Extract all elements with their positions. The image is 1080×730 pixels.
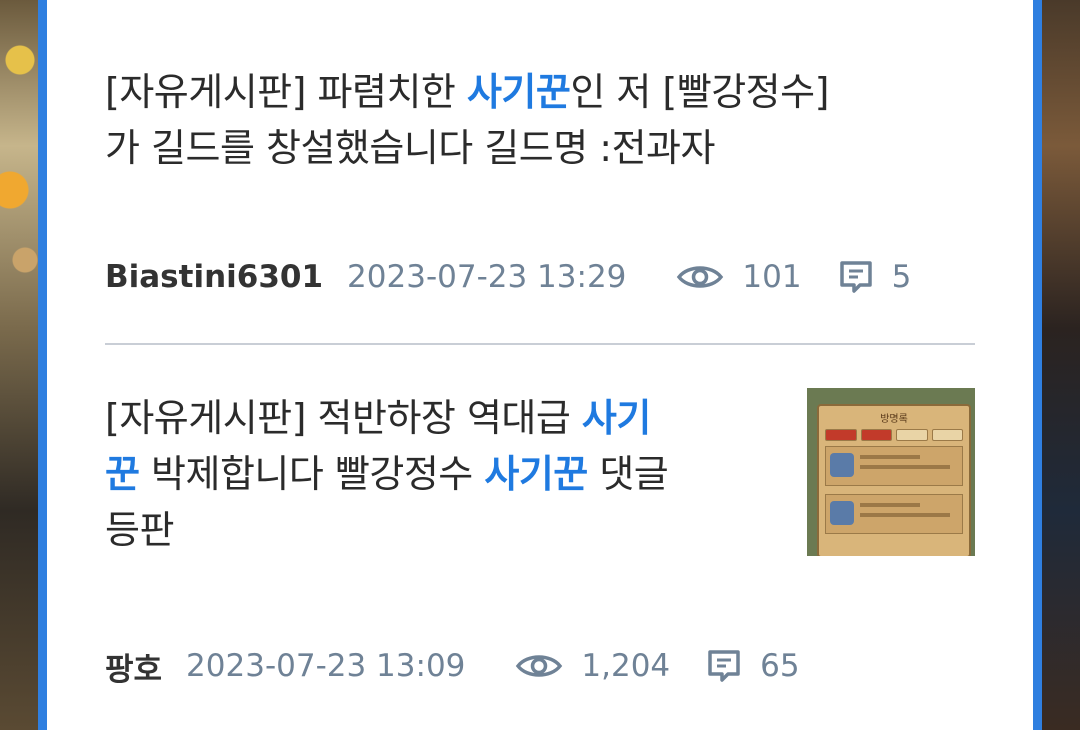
avatar bbox=[830, 453, 854, 477]
thumbnail-line bbox=[860, 503, 920, 507]
author-name[interactable]: Biastini6301 bbox=[105, 259, 323, 295]
background-right bbox=[1040, 0, 1080, 730]
post-list-panel: [자유게시판] 파렴치한 사기꾼인 저 [빨강정수] 가 길드를 창설했습니다 … bbox=[47, 0, 1033, 730]
thumbnail-line bbox=[860, 513, 950, 517]
frame-border-right bbox=[1033, 0, 1042, 730]
keyword-highlight: 사기꾼 bbox=[484, 452, 588, 496]
divider bbox=[105, 343, 975, 345]
thumbnail-entry bbox=[825, 446, 963, 486]
thumbnail-line bbox=[860, 455, 920, 459]
post-meta-2: 팡호 2023-07-23 13:09 1,204 65 bbox=[105, 644, 836, 689]
title-text: [자유게시판] 파렴치한 bbox=[105, 70, 467, 114]
thumbnail-tab bbox=[860, 429, 892, 441]
author-name[interactable]: 팡호 bbox=[105, 644, 162, 689]
post-meta-1: Biastini6301 2023-07-23 13:29 101 5 bbox=[105, 257, 947, 297]
comment-icon bbox=[839, 261, 872, 293]
thumbnail-tab bbox=[931, 429, 963, 441]
post-date: 2023-07-23 13:29 bbox=[347, 259, 627, 295]
title-text: 인 저 [빨강정수] bbox=[570, 70, 829, 114]
guestbook-screenshot: 방명록 bbox=[817, 404, 971, 556]
title-text: 등판 bbox=[105, 508, 174, 552]
post-thumbnail[interactable]: 방명록 bbox=[807, 388, 975, 556]
view-count: 101 bbox=[676, 259, 802, 295]
view-count: 1,204 bbox=[515, 648, 670, 684]
comment-count-value: 65 bbox=[760, 648, 800, 684]
post-item-2[interactable]: [자유게시판] 적반하장 역대급 사기 꾼 박제합니다 빨강정수 사기꾼 댓글 … bbox=[105, 390, 765, 558]
comment-icon bbox=[708, 650, 740, 682]
comment-count-value: 5 bbox=[891, 259, 912, 295]
frame-border-left bbox=[38, 0, 47, 730]
view-count-value: 101 bbox=[742, 259, 802, 295]
title-text: 댓글 bbox=[587, 452, 669, 496]
background-left bbox=[0, 0, 40, 730]
post-date: 2023-07-23 13:09 bbox=[186, 648, 466, 684]
view-count-value: 1,204 bbox=[581, 648, 671, 684]
thumbnail-line bbox=[860, 465, 950, 469]
post-item-1[interactable]: [자유게시판] 파렴치한 사기꾼인 저 [빨강정수] 가 길드를 창설했습니다 … bbox=[105, 64, 829, 176]
thumbnail-tabs bbox=[825, 429, 963, 441]
eye-icon bbox=[516, 655, 563, 677]
thumbnail-tab bbox=[825, 429, 857, 441]
avatar bbox=[830, 501, 854, 525]
post-title[interactable]: [자유게시판] 적반하장 역대급 사기 꾼 박제합니다 빨강정수 사기꾼 댓글 … bbox=[105, 390, 765, 558]
eye-icon bbox=[677, 266, 724, 288]
thumbnail-title: 방명록 bbox=[880, 414, 908, 425]
title-text: 박제합니다 빨강정수 bbox=[139, 452, 485, 496]
keyword-highlight: 사기 bbox=[581, 396, 651, 440]
post-title[interactable]: [자유게시판] 파렴치한 사기꾼인 저 [빨강정수] 가 길드를 창설했습니다 … bbox=[105, 64, 829, 176]
thumbnail-tab bbox=[896, 429, 928, 441]
thumbnail-entry bbox=[825, 494, 963, 534]
keyword-highlight: 사기꾼 bbox=[466, 70, 571, 114]
comment-count: 65 bbox=[706, 648, 800, 684]
keyword-highlight: 꾼 bbox=[105, 452, 140, 496]
title-text: 가 길드를 창설했습니다 길드명 :전과자 bbox=[105, 126, 715, 170]
title-text: [자유게시판] 적반하장 역대급 bbox=[105, 396, 582, 440]
comment-count: 5 bbox=[838, 259, 912, 295]
